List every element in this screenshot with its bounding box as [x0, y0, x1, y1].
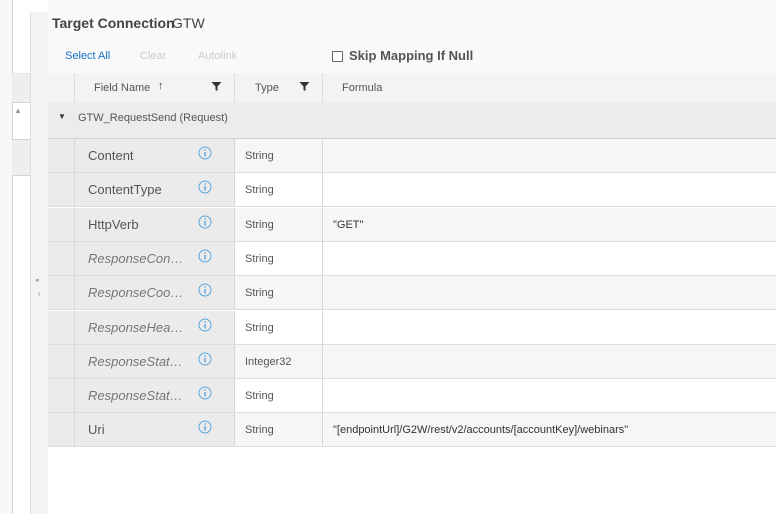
formula-cell[interactable]: "[endpointUrl]/G2W/rest/v2/accounts/[acc… — [323, 413, 776, 446]
row-gutter[interactable] — [48, 345, 75, 378]
field-name-cell[interactable]: ResponseCont… — [75, 242, 235, 275]
field-name: ResponseStat… — [88, 354, 183, 369]
info-icon[interactable] — [198, 386, 212, 400]
select-all-button[interactable]: Select All — [65, 50, 110, 62]
info-icon[interactable] — [198, 318, 212, 332]
field-type: String — [245, 424, 274, 436]
info-icon[interactable] — [198, 215, 212, 229]
table-row[interactable]: ContentType String — [48, 173, 776, 207]
info-icon[interactable] — [198, 283, 212, 297]
type-cell: String — [235, 242, 323, 275]
field-formula: "[endpointUrl]/G2W/rest/v2/accounts/[acc… — [333, 424, 629, 436]
field-name: ResponseCoo… — [88, 285, 184, 300]
left-panel-header — [12, 73, 30, 103]
column-header-field-name[interactable]: Field Name — [94, 82, 150, 94]
field-name-cell[interactable]: ResponseStat… — [75, 345, 235, 378]
type-cell: String — [235, 413, 323, 446]
info-icon[interactable] — [198, 420, 212, 434]
column-separator[interactable] — [234, 73, 235, 102]
column-header-type[interactable]: Type — [255, 82, 279, 94]
field-name-cell[interactable]: ResponseHea… — [75, 311, 235, 344]
clear-button[interactable]: Clear — [140, 50, 166, 62]
field-name: ResponseHea… — [88, 320, 184, 335]
skip-mapping-checkbox[interactable] — [332, 51, 343, 62]
table-row[interactable]: Uri String "[endpointUrl]/G2W/rest/v2/acco… — [48, 413, 776, 447]
field-type: String — [245, 219, 274, 231]
formula-cell[interactable] — [323, 345, 776, 378]
splitter-grip-icon[interactable]: ॥ — [37, 290, 41, 298]
field-name-cell[interactable]: ResponseStat… — [75, 379, 235, 412]
field-name: HttpVerb — [88, 217, 139, 232]
table-row[interactable]: HttpVerb String "GET" — [48, 208, 776, 242]
left-panel-row[interactable] — [12, 139, 30, 176]
field-type: String — [245, 184, 274, 196]
field-name: ResponseCont… — [88, 251, 186, 266]
field-type: String — [245, 322, 274, 334]
formula-cell[interactable]: "GET" — [323, 208, 776, 241]
field-name: ResponseStat… — [88, 388, 183, 403]
table-row[interactable]: ResponseCoo… String — [48, 276, 776, 310]
column-separator — [74, 73, 75, 102]
row-gutter[interactable] — [48, 208, 75, 241]
field-name: ContentType — [88, 182, 162, 197]
type-cell: String — [235, 379, 323, 412]
field-formula: "GET" — [333, 219, 364, 231]
field-name: Uri — [88, 422, 105, 437]
scroll-up-arrow-icon[interactable]: ▲ — [14, 106, 22, 115]
formula-cell[interactable] — [323, 311, 776, 344]
table-row[interactable]: ResponseStat… String — [48, 379, 776, 413]
left-panel-background — [0, 0, 12, 514]
formula-cell[interactable] — [323, 242, 776, 275]
panel-splitter[interactable] — [30, 12, 49, 514]
row-gutter[interactable] — [48, 173, 75, 206]
column-header-formula[interactable]: Formula — [342, 82, 382, 94]
info-icon[interactable] — [198, 352, 212, 366]
type-cell: String — [235, 139, 323, 172]
field-type: String — [245, 150, 274, 162]
column-separator[interactable] — [322, 73, 323, 102]
row-gutter[interactable] — [48, 276, 75, 309]
type-cell: String — [235, 311, 323, 344]
row-gutter[interactable] — [48, 379, 75, 412]
field-name-cell[interactable]: ResponseCoo… — [75, 276, 235, 309]
table-row[interactable]: ResponseHea… String — [48, 311, 776, 345]
formula-cell[interactable] — [323, 139, 776, 172]
table-row[interactable]: ResponseCont… String — [48, 242, 776, 276]
formula-cell[interactable] — [323, 276, 776, 309]
table-row[interactable]: ResponseStat… Integer32 — [48, 345, 776, 379]
formula-cell[interactable] — [323, 379, 776, 412]
field-name-cell[interactable]: HttpVerb — [75, 208, 235, 241]
field-type: String — [245, 287, 274, 299]
field-type: String — [245, 390, 274, 402]
field-name: Content — [88, 148, 134, 163]
filter-icon[interactable] — [211, 81, 222, 92]
type-cell: String — [235, 208, 323, 241]
row-gutter[interactable] — [48, 413, 75, 446]
field-name-cell[interactable]: Uri — [75, 413, 235, 446]
table-row[interactable]: Content String — [48, 139, 776, 173]
autolink-button[interactable]: Autolink — [198, 50, 237, 62]
type-cell: Integer32 — [235, 345, 323, 378]
formula-cell[interactable] — [323, 173, 776, 206]
panel-title-label: Target Connection — [52, 15, 175, 31]
panel-title-value: GTW — [172, 15, 205, 31]
row-gutter[interactable] — [48, 242, 75, 275]
filter-icon[interactable] — [299, 81, 310, 92]
type-cell: String — [235, 173, 323, 206]
row-gutter[interactable] — [48, 139, 75, 172]
skip-mapping-label[interactable]: Skip Mapping If Null — [349, 48, 473, 63]
collapse-triangle-icon[interactable]: ▼ — [58, 112, 66, 121]
group-label: GTW_RequestSend (Request) — [78, 112, 228, 124]
field-type: Integer32 — [245, 356, 292, 368]
info-icon[interactable] — [198, 180, 212, 194]
sort-ascending-icon[interactable]: ↑ — [158, 80, 164, 92]
type-cell: String — [235, 276, 323, 309]
field-name-cell[interactable]: Content — [75, 139, 235, 172]
info-icon[interactable] — [198, 146, 212, 160]
row-gutter[interactable] — [48, 311, 75, 344]
collapse-left-icon[interactable]: ◂ — [35, 276, 39, 284]
field-type: String — [245, 253, 274, 265]
info-icon[interactable] — [198, 249, 212, 263]
field-name-cell[interactable]: ContentType — [75, 173, 235, 206]
